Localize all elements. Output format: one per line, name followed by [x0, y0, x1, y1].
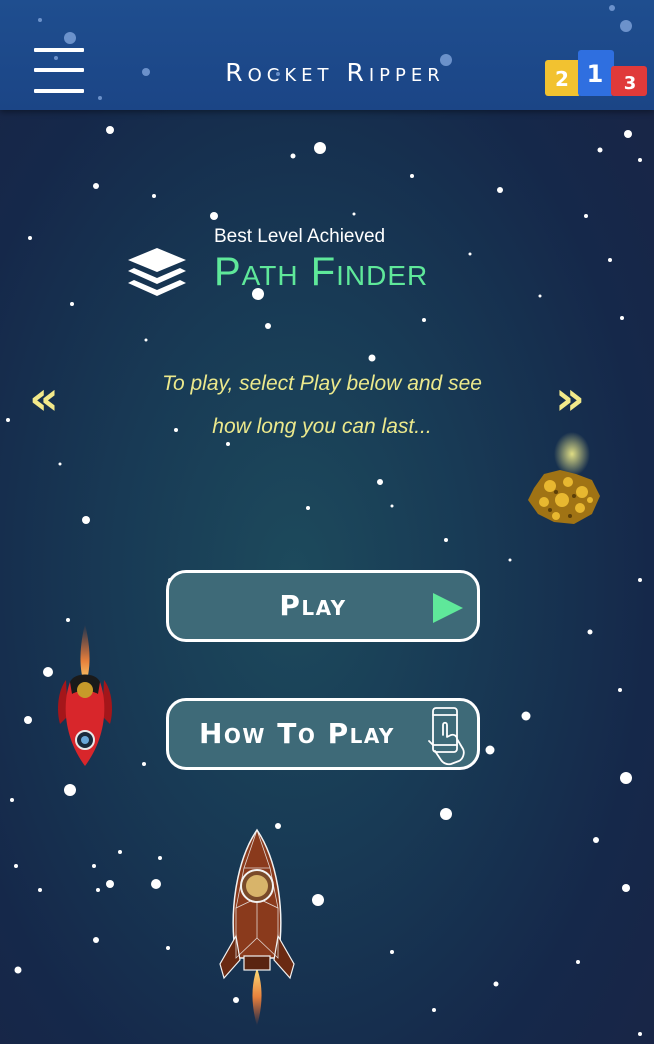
play-button-label: Play	[279, 589, 347, 622]
play-button[interactable]: Play	[166, 570, 480, 642]
play-triangle-icon	[433, 593, 463, 623]
best-level-name: Path Finder	[214, 250, 429, 294]
play-hint-line-1: To play, select Play below and see	[162, 372, 482, 395]
top-bar: Rocket Ripper 2 1 3	[0, 0, 654, 110]
previous-mode-arrow[interactable]: «	[24, 375, 64, 421]
best-level-caption: Best Level Achieved	[214, 226, 386, 247]
play-hint-text: To play, select Play below and see how l…	[130, 362, 514, 448]
podium-second-label: 2	[555, 67, 569, 91]
next-mode-arrow[interactable]: »	[550, 375, 590, 421]
player-rocket-sprite	[219, 828, 295, 1026]
red-rocket-sprite	[58, 624, 112, 766]
how-to-play-button-label: How To Play	[199, 717, 395, 750]
phone-touch-icon	[428, 707, 465, 766]
play-hint-line-2: how long you can last...	[212, 415, 432, 438]
app-title: Rocket Ripper	[225, 58, 445, 87]
podium-first-label: 1	[587, 60, 604, 88]
how-to-play-button[interactable]: How To Play	[166, 698, 480, 770]
leaderboard-podium-icon[interactable]: 2 1 3	[544, 48, 648, 98]
asteroid-sprite	[528, 432, 600, 524]
layers-icon	[128, 248, 186, 296]
hamburger-menu-icon[interactable]	[34, 48, 86, 96]
podium-third-label: 3	[624, 73, 637, 94]
